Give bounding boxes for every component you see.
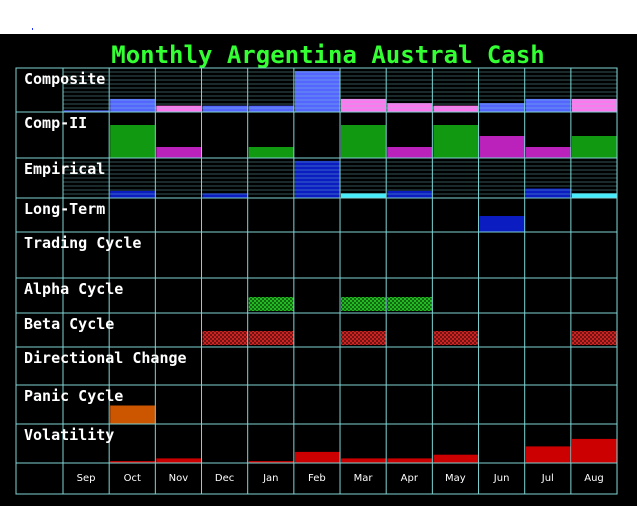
row-label-alpha-cycle: Alpha Cycle — [24, 280, 123, 298]
month-label-nov: Nov — [169, 473, 189, 484]
bar-volatility-jul — [525, 446, 571, 464]
bar-panic-cycle-oct — [110, 405, 156, 424]
bar-composite-dec — [202, 105, 248, 112]
chart: Monthly Argentina Austral Cash Composite… — [0, 0, 637, 515]
month-label-jul: Jul — [541, 473, 554, 484]
block-beta-cycle-jan — [248, 331, 294, 345]
bar-composite-mar — [341, 98, 387, 112]
bar-volatility-aug — [571, 438, 618, 463]
block-beta-cycle-may — [433, 331, 479, 345]
bar-volatility-apr — [387, 458, 433, 463]
bar-comp-ii-nov — [156, 147, 202, 158]
bar-volatility-mar — [341, 458, 387, 463]
row-label-directional-change: Directional Change — [24, 349, 187, 367]
month-label-aug: Aug — [584, 473, 604, 484]
block-beta-cycle-dec — [202, 331, 248, 345]
row-label-volatility: Volatility — [24, 426, 114, 444]
bar-comp-ii-aug — [571, 136, 618, 158]
bar-composite-feb — [294, 71, 341, 112]
block-beta-cycle-aug — [571, 331, 618, 345]
block-alpha-cycle-apr — [387, 297, 433, 311]
bar-comp-ii-apr — [387, 147, 433, 158]
row-label-composite: Composite — [24, 70, 105, 88]
row-label-empirical: Empirical — [24, 160, 105, 178]
bar-volatility-feb — [294, 451, 341, 463]
bar-composite-apr — [387, 103, 433, 112]
bar-composite-jun — [479, 103, 525, 112]
bar-composite-oct — [110, 98, 156, 112]
month-label-dec: Dec — [215, 473, 234, 484]
bar-long-term-jun — [479, 216, 525, 232]
bar-composite-aug — [571, 98, 618, 112]
month-label-mar: Mar — [354, 473, 374, 484]
top-left-marker — [32, 28, 33, 30]
month-label-jun: Jun — [493, 473, 510, 484]
bar-composite-nov — [156, 105, 202, 112]
block-alpha-cycle-mar — [341, 297, 387, 311]
row-label-beta-cycle: Beta Cycle — [24, 315, 114, 333]
month-label-oct: Oct — [124, 473, 141, 484]
block-alpha-cycle-jan — [248, 297, 294, 311]
bar-empirical-apr — [387, 190, 433, 198]
month-label-apr: Apr — [401, 473, 419, 484]
bar-comp-ii-jul — [525, 147, 571, 158]
bar-volatility-may — [433, 454, 479, 463]
bar-volatility-nov — [156, 458, 202, 463]
bar-composite-may — [433, 105, 479, 112]
bar-comp-ii-oct — [110, 125, 156, 158]
bar-composite-jul — [525, 98, 571, 112]
month-label-sep: Sep — [77, 473, 96, 484]
bar-empirical-oct — [110, 190, 156, 198]
bar-comp-ii-jan — [248, 147, 294, 158]
bar-empirical-feb — [294, 160, 341, 198]
row-label-trading-cycle: Trading Cycle — [24, 234, 141, 252]
month-label-feb: Feb — [308, 473, 326, 484]
row-label-comp-ii: Comp-II — [24, 114, 87, 132]
chart-title: Monthly Argentina Austral Cash — [111, 41, 544, 69]
bar-comp-ii-mar — [341, 125, 387, 158]
bar-comp-ii-may — [433, 125, 479, 158]
row-label-panic-cycle: Panic Cycle — [24, 387, 123, 405]
bar-comp-ii-jun — [479, 136, 525, 158]
month-label-jan: Jan — [262, 473, 278, 484]
month-label-may: May — [445, 473, 466, 484]
block-beta-cycle-mar — [341, 331, 387, 345]
bar-composite-jan — [248, 105, 294, 112]
row-label-long-term: Long-Term — [24, 200, 105, 218]
